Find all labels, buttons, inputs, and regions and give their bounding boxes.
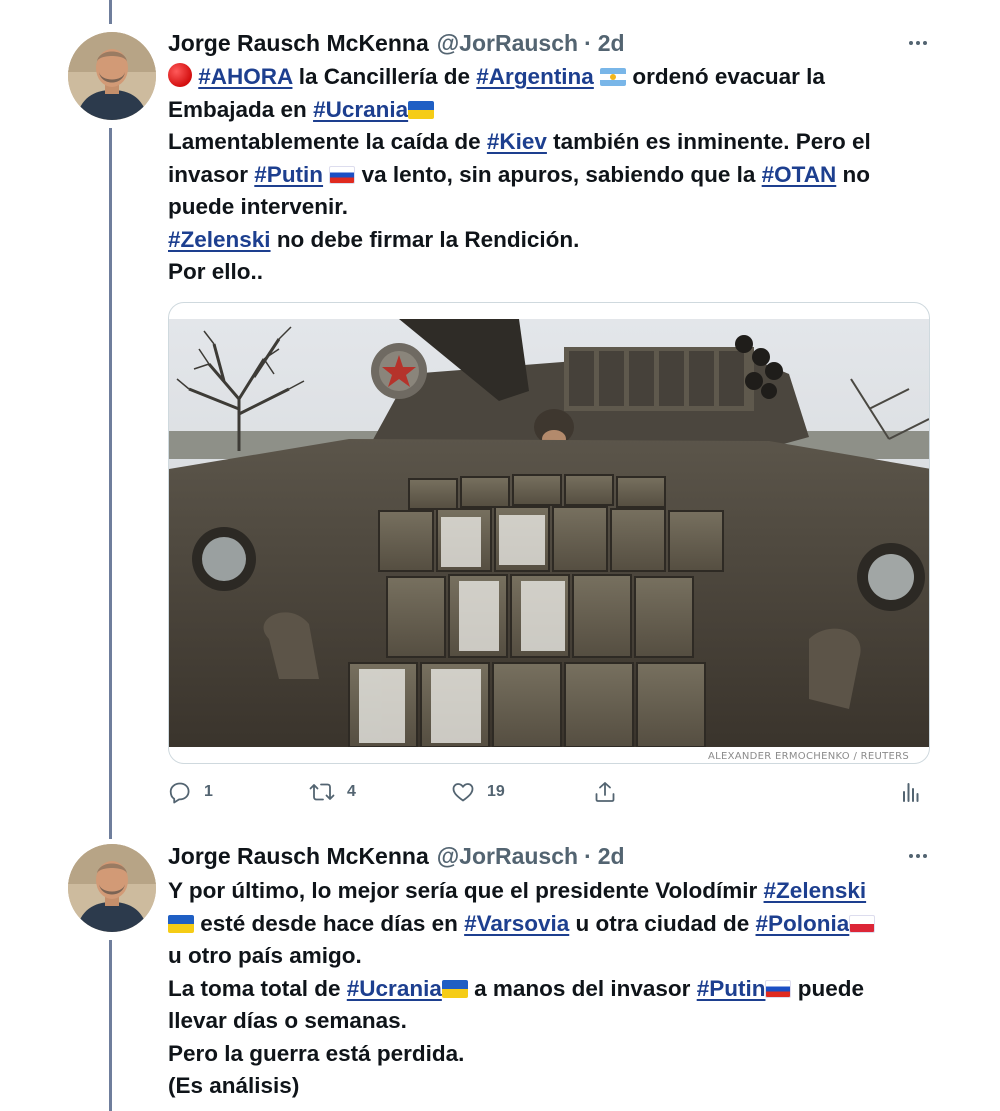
hashtag-link[interactable]: #AHORA [198,64,292,89]
separator: · [584,29,592,56]
timestamp[interactable]: 2d [598,843,625,870]
text-line: Y por último, lo mejor sería que el pres… [168,875,948,908]
reply-icon [169,782,190,804]
text-segment: va lento, sin apuros, sabiendo que la [355,161,762,187]
text-segment: no debe firmar la Rendición. [270,226,580,252]
like-count: 19 [487,783,505,800]
text-segment: también es inminente. Pero el [546,129,871,154]
text-line: Por ello.. [168,256,948,289]
like-icon [452,783,474,802]
text-line: Pero la guerra está perdida. [168,1038,948,1071]
text-segment: puede [791,975,864,1001]
tweet-header: Jorge Rausch McKenna @JorRausch · 2d [168,841,940,871]
hashtag-link[interactable]: #Putin [254,162,323,187]
text-line: u otro país amigo. [168,940,948,973]
text-line: esté desde hace días en #Varsovia u otra… [168,908,948,941]
author-name[interactable]: Jorge Rausch McKenna [168,843,429,870]
avatar[interactable] [68,844,156,932]
media-card[interactable]: ALEXANDER ERMOCHENKO / REUTERS [168,302,930,764]
hashtag-link[interactable]: #Zelenski [764,878,867,903]
more-icon[interactable] [906,31,930,55]
text-segment: Pero la guerra está perdida. [168,1040,465,1066]
text-segment: llevar días o semanas. [168,1008,407,1033]
russia-flag-emoji [765,979,792,998]
tweet[interactable]: Jorge Rausch McKenna @JorRausch · 2d #AH… [0,0,1000,835]
reply-count: 1 [204,783,213,800]
text-segment: Embajada en [168,96,314,122]
retweet-count: 4 [347,783,356,800]
russia-flag-emoji [329,165,356,184]
photo-credit: ALEXANDER ERMOCHENKO / REUTERS [707,751,909,762]
like-button[interactable]: 19 [451,777,505,807]
text-segment: invasor [168,161,255,187]
hashtag-link[interactable]: #Zelenski [168,227,271,252]
text-segment: a manos del invasor [467,975,697,1001]
hashtag-link[interactable]: #Varsovia [464,911,569,936]
reply-button[interactable]: 1 [168,777,213,807]
text-segment: La toma total de [168,975,347,1001]
tweet-actions: 1 4 19 [168,777,928,807]
hashtag-link[interactable]: #Ucrania [347,976,442,1001]
retweet-button[interactable]: 4 [309,777,356,807]
ukraine-flag-emoji [168,914,194,933]
ukraine-flag-emoji [408,100,435,119]
text-segment: Lamentablemente la caída de [168,129,487,154]
text-segment: u otro país amigo. [168,943,362,968]
text-line: Lamentablemente la caída de #Kiev tambié… [168,126,948,159]
tweet-text: Y por último, lo mejor sería que el pres… [168,875,948,1103]
text-line: invasor #Putin va lento, sin apuros, sab… [168,159,948,192]
avatar[interactable] [68,32,156,120]
text-segment: esté desde hace días en [194,910,465,936]
author-name[interactable]: Jorge Rausch McKenna [168,30,429,57]
hashtag-link[interactable]: #Polonia [756,911,850,936]
hashtag-link[interactable]: #Ucrania [313,97,408,122]
text-segment: Por ello.. [168,259,264,284]
text-line: Embajada en #Ucrania [168,94,948,127]
share-button[interactable] [593,777,617,807]
poland-flag-emoji [849,914,876,933]
ukraine-flag-emoji [441,979,468,998]
text-segment: ordenó evacuar la [626,64,825,89]
argentina-flag-emoji [600,68,627,86]
text-line: llevar días o semanas. [168,1005,948,1038]
text-line: (Es análisis) [168,1070,948,1103]
text-segment: Y por último, lo mejor sería que el pres… [168,878,764,903]
text-line: La toma total de #Ucrania a manos del in… [168,973,948,1006]
author-handle[interactable]: @JorRausch [437,843,578,870]
tweet[interactable]: Jorge Rausch McKenna @JorRausch · 2d Y p… [0,835,1000,1111]
text-line: puede intervenir. [168,191,948,224]
red-circle-emoji [168,63,192,87]
text-line: #AHORA la Cancillería de #Argentina orde… [168,61,948,94]
hashtag-link[interactable]: #Putin [697,976,766,1001]
text-segment: puede intervenir. [168,194,349,219]
text-segment: (Es análisis) [168,1073,300,1098]
text-segment: la Cancillería de [292,64,477,89]
tweet-header: Jorge Rausch McKenna @JorRausch · 2d [168,28,940,58]
text-line: #Zelenski no debe firmar la Rendición. [168,224,948,257]
hashtag-link[interactable]: #OTAN [762,162,837,187]
share-icon [595,782,615,802]
hashtag-link[interactable]: #Kiev [487,129,547,154]
analytics-icon [903,783,919,802]
timestamp[interactable]: 2d [598,30,625,57]
tweet-text: #AHORA la Cancillería de #Argentina orde… [168,61,948,289]
text-segment: u otra ciudad de [569,910,756,936]
tank-photo[interactable] [169,319,930,747]
author-handle[interactable]: @JorRausch [437,30,578,57]
separator: · [584,842,592,869]
retweet-icon [309,783,335,801]
hashtag-link[interactable]: #Argentina [476,64,594,89]
analytics-button[interactable] [898,777,922,807]
text-segment: no [836,161,871,187]
more-icon[interactable] [906,844,930,868]
